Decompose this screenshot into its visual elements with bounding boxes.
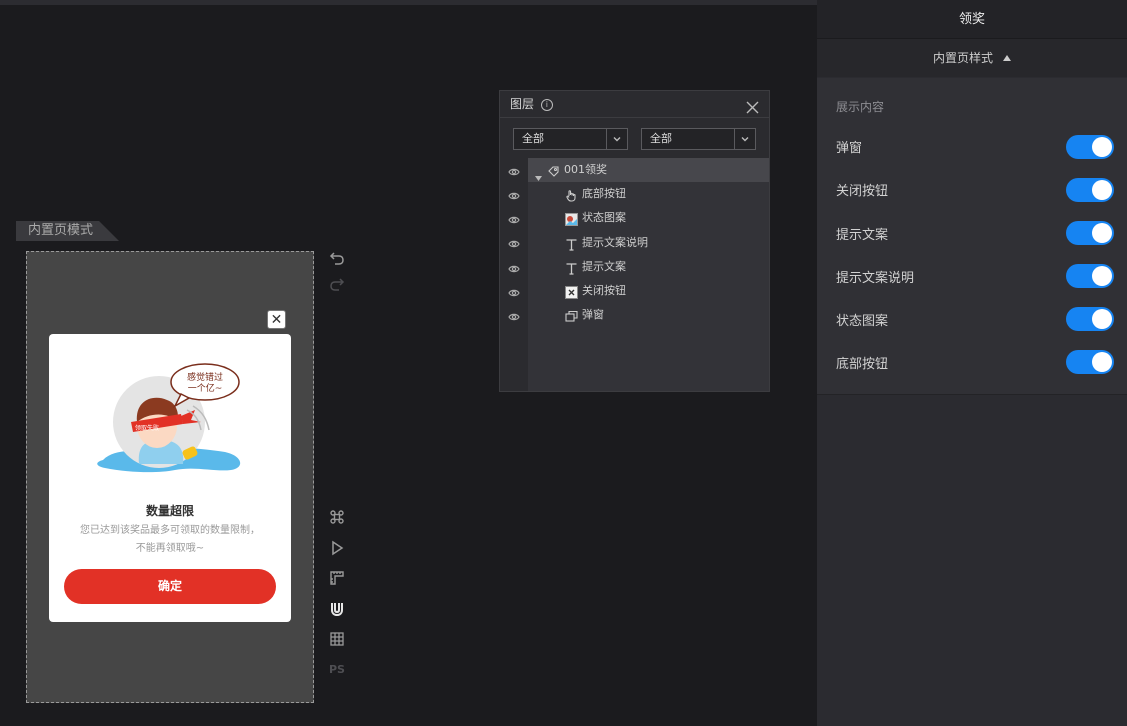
- gift-icon: [547, 163, 560, 177]
- layer-row[interactable]: 状态图案: [528, 206, 769, 230]
- prize-dialog[interactable]: 领取失败 感觉错过 一个亿~ 数量超限 您已达到该奖品最多可领取的数量限制，不能…: [49, 334, 291, 622]
- text-icon: [565, 236, 578, 251]
- layer-root-label: 001领奖: [564, 163, 607, 176]
- collapse-up-icon[interactable]: [1003, 55, 1011, 61]
- undo-icon[interactable]: [329, 250, 345, 266]
- layer-row[interactable]: 弹窗: [528, 303, 769, 327]
- phone-canvas[interactable]: ✕ 领取失败 感觉错过 一个亿~ 数量超限 您已达到该奖品最多可领取的数量限制，…: [26, 251, 314, 703]
- layer-filter-value-1: 全部: [522, 132, 544, 145]
- ruler-icon[interactable]: [329, 570, 345, 586]
- layer-row[interactable]: 关闭按钮: [528, 279, 769, 303]
- visibility-column: [500, 158, 528, 391]
- layers-title: 图层: [510, 97, 535, 111]
- eye-icon[interactable]: [508, 284, 520, 297]
- info-icon[interactable]: i: [540, 98, 553, 111]
- layer-row[interactable]: 提示文案: [528, 255, 769, 279]
- shortcut-command-icon[interactable]: [329, 509, 345, 525]
- option-label-status-image: 状态图案: [836, 314, 889, 329]
- display-content-section: 展示内容 弹窗 关闭按钮 提示文案 提示文案说明 状态图案 底部按钮: [817, 78, 1127, 395]
- layer-tree: 001领奖 底部按钮 状态图案 提示文案说明 提示文案 关闭按钮 弹窗: [528, 158, 769, 391]
- layers-close-icon[interactable]: [746, 97, 759, 114]
- layer-root-row[interactable]: 001领奖: [528, 158, 769, 182]
- dialog-description: 您已达到该奖品最多可领取的数量限制，不能再领取哦~: [80, 525, 260, 554]
- section-title: 内置页样式: [932, 51, 993, 65]
- layers-header: 图层 i: [500, 91, 769, 118]
- eye-icon[interactable]: [508, 187, 520, 200]
- toggle-popup[interactable]: [1066, 135, 1114, 159]
- panel-title: 领奖: [817, 0, 1127, 39]
- eye-icon[interactable]: [508, 211, 520, 224]
- layer-label: 关闭按钮: [582, 284, 626, 297]
- chevron-down-icon: [734, 129, 755, 149]
- ps-import-icon[interactable]: PS: [329, 662, 345, 678]
- display-content-heading: 展示内容: [836, 100, 885, 114]
- layer-label: 提示文案: [582, 260, 626, 273]
- toggle-bottom-button[interactable]: [1066, 350, 1114, 374]
- layer-label: 提示文案说明: [582, 236, 648, 249]
- option-label-tip-text: 提示文案: [836, 228, 889, 243]
- eye-icon[interactable]: [508, 235, 520, 248]
- section-header[interactable]: 内置页样式: [817, 39, 1127, 77]
- layer-label: 底部按钮: [582, 187, 626, 200]
- layer-filter-select-1[interactable]: 全部: [513, 128, 628, 150]
- toggle-tip-text[interactable]: [1066, 221, 1114, 245]
- toggle-close-button[interactable]: [1066, 178, 1114, 202]
- layers-panel[interactable]: 图层 i 全部 全部 001领奖 底部按钮 状态图案 提示文案说明 提示文案 关…: [499, 90, 770, 392]
- layer-filter-select-2[interactable]: 全部: [641, 128, 756, 150]
- text-icon: [565, 260, 578, 275]
- layer-label: 弹窗: [582, 308, 604, 321]
- layer-row[interactable]: 底部按钮: [528, 182, 769, 206]
- image-icon: [565, 211, 578, 226]
- toggle-status-image[interactable]: [1066, 307, 1114, 331]
- option-label-popup: 弹窗: [836, 141, 863, 156]
- top-bar: [0, 0, 817, 5]
- dialog-title: 数量超限: [145, 504, 194, 518]
- chevron-down-icon: [606, 129, 627, 149]
- properties-panel: 领奖 内置页样式 展示内容 弹窗 关闭按钮 提示文案 提示文案说明 状态图案 底…: [817, 0, 1127, 726]
- option-label-close-button: 关闭按钮: [836, 184, 889, 199]
- eye-icon[interactable]: [508, 163, 520, 176]
- confirm-button[interactable]: 确定: [64, 569, 276, 604]
- magnet-snap-icon[interactable]: [329, 601, 345, 617]
- redo-icon[interactable]: [329, 276, 345, 292]
- caret-down-icon[interactable]: [535, 167, 542, 181]
- bubble-text-line-1: 感觉错过: [187, 371, 223, 383]
- grid-icon[interactable]: [329, 631, 345, 647]
- layer-label: 状态图案: [582, 211, 626, 224]
- dialog-close-icon[interactable]: ✕: [267, 310, 286, 329]
- layer-row[interactable]: 提示文案说明: [528, 231, 769, 255]
- window-icon: [565, 308, 578, 322]
- close-box-icon: [565, 284, 578, 299]
- layer-filter-value-2: 全部: [650, 132, 672, 145]
- mode-tab[interactable]: 内置页模式: [16, 221, 119, 241]
- toggle-tip-description[interactable]: [1066, 264, 1114, 288]
- eye-icon[interactable]: [508, 308, 520, 321]
- option-label-bottom-button: 底部按钮: [836, 357, 889, 372]
- preview-play-icon[interactable]: [329, 540, 345, 556]
- status-illustration: 领取失败 感觉错过 一个亿~: [97, 363, 241, 473]
- headband-text: 领取失败: [135, 424, 159, 432]
- eye-icon[interactable]: [508, 260, 520, 273]
- option-label-tip-description: 提示文案说明: [836, 271, 915, 286]
- bubble-text-line-2: 一个亿~: [188, 382, 223, 394]
- hand-pointer-icon: [565, 187, 578, 202]
